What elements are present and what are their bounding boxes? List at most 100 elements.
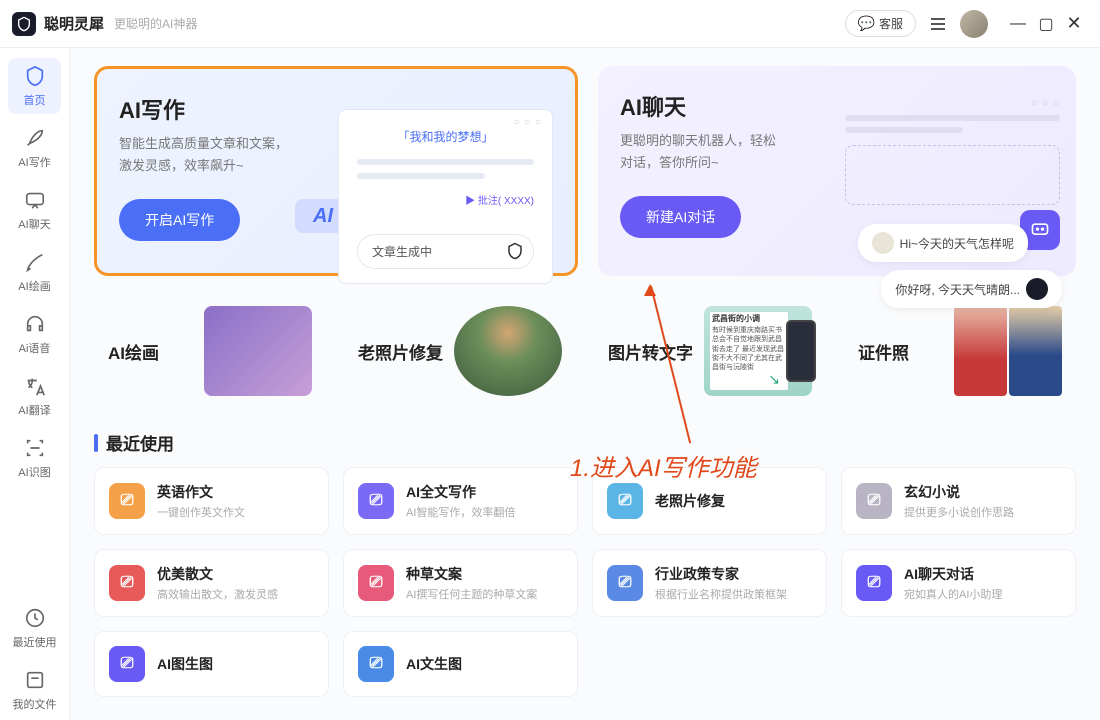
close-button[interactable]: ✕ [1060, 10, 1088, 38]
start-writing-button[interactable]: 开启AI写作 [119, 199, 240, 241]
chat-bubble-ai: 你好呀, 今天天气晴朗... [881, 270, 1062, 308]
menu-button[interactable] [924, 10, 952, 38]
sidebar: 首页 AI写作 AI聊天 AI绘画 Ai语音 AI翻译 AI识图 最近使用 我的… [0, 48, 70, 720]
recent-title: 英语作文 [157, 482, 245, 502]
feature-card-draw[interactable]: AI绘画 [94, 294, 326, 408]
new-chat-button[interactable]: 新建AI对话 [620, 196, 741, 238]
bubble-text: Hi~今天的天气怎样呢 [900, 235, 1014, 252]
recent-desc: 宛如真人的AI小助理 [904, 586, 1002, 602]
feature-title: 老照片修复 [358, 339, 443, 364]
sidebar-item-label: AI绘画 [18, 278, 50, 294]
cs-label: 客服 [879, 15, 903, 32]
app-tagline: 更聪明的AI神器 [114, 15, 197, 32]
maximize-button[interactable]: ▢ [1032, 10, 1060, 38]
bubble-text: 你好呀, 今天天气晴朗... [895, 281, 1020, 298]
feature-card-photo-restore[interactable]: 老照片修复 [344, 294, 576, 408]
feather-icon [23, 126, 47, 150]
recent-card[interactable]: ⎚ AI文生图 [343, 631, 578, 697]
feature-title: 证件照 [858, 339, 909, 364]
preview-note: ▶ 批注( XXXX) [465, 192, 534, 207]
sidebar-item-label: Ai语音 [19, 340, 51, 356]
window-dots-icon: ○ ○ ○ [845, 98, 1060, 109]
recent-title: AI图生图 [157, 654, 213, 674]
main-content: AI写作 智能生成高质量文章和文案， 激发灵感，效率飙升~ 开启AI写作 AI … [70, 48, 1100, 720]
writing-preview-window: ○ ○ ○ 「我和我的梦想」 ▶ 批注( XXXX) 文章生成中 [338, 109, 553, 284]
hero-card-chat[interactable]: AI聊天 更聪明的聊天机器人，轻松 对话，答你所问~ 新建AI对话 ○ ○ ○ … [598, 66, 1076, 276]
clock-icon [23, 606, 47, 630]
sidebar-item-label: 我的文件 [13, 696, 57, 712]
recent-title: 玄幻小说 [904, 482, 1014, 502]
recent-icon: ⎚ [856, 483, 892, 519]
recent-icon: ⎚ [358, 483, 394, 519]
chat-bubble-icon: 💬 [858, 15, 875, 32]
recent-card[interactable]: ⎚ AI全文写作 AI智能写作，效率翻倍 [343, 467, 578, 535]
scan-icon [23, 436, 47, 460]
recent-section-header: 最近使用 [94, 430, 1076, 455]
recent-icon: ⎚ [358, 646, 394, 682]
feature-card-idphoto[interactable]: 证件照 [844, 294, 1076, 408]
sidebar-item-vision[interactable]: AI识图 [0, 426, 69, 488]
recent-icon: ⎚ [109, 483, 145, 519]
sidebar-item-voice[interactable]: Ai语音 [0, 302, 69, 364]
recent-desc: 高效输出散文，激发灵感 [157, 586, 278, 602]
recent-card[interactable]: ⎚ 老照片修复 [592, 467, 827, 535]
ocr-sample-text: 武昌街的小调 有时候到重庆南路买书总会不自觉地跟到武昌街去走了 最近发现武昌街不… [712, 314, 784, 388]
recent-card[interactable]: ⎚ 行业政策专家 根据行业名称提供政策框架 [592, 549, 827, 617]
recent-desc: AI撰写任何主题的种草文案 [406, 586, 537, 602]
generating-status-bar: 文章生成中 [357, 234, 534, 269]
recent-card[interactable]: ⎚ AI图生图 [94, 631, 329, 697]
recent-card[interactable]: ⎚ 优美散文 高效输出散文，激发灵感 [94, 549, 329, 617]
brush-icon [23, 250, 47, 274]
sidebar-item-draw[interactable]: AI绘画 [0, 240, 69, 302]
recent-card[interactable]: ⎚ AI聊天对话 宛如真人的AI小助理 [841, 549, 1076, 617]
recent-desc: 提供更多小说创作思路 [904, 504, 1014, 520]
recent-desc: AI智能写作，效率翻倍 [406, 504, 515, 520]
sidebar-item-chat[interactable]: AI聊天 [0, 178, 69, 240]
headphone-icon [23, 312, 47, 336]
recent-title: 老照片修复 [655, 491, 725, 511]
folder-icon [23, 668, 47, 692]
feature-thumb: 武昌街的小调 有时候到重庆南路买书总会不自觉地跟到武昌街去走了 最近发现武昌街不… [704, 306, 812, 396]
user-avatar[interactable] [960, 10, 988, 38]
phone-icon [786, 320, 816, 382]
bubble-avatar-icon [1026, 278, 1048, 300]
hero-chat-desc: 更聪明的聊天机器人，轻松 对话，答你所问~ [620, 130, 820, 174]
sidebar-item-label: AI写作 [18, 154, 50, 170]
hero-writing-desc: 智能生成高质量文章和文案， 激发灵感，效率飙升~ [119, 133, 319, 177]
recent-icon: ⎚ [607, 483, 643, 519]
recent-title: 优美散文 [157, 564, 278, 584]
feature-card-ocr[interactable]: 图片转文字 武昌街的小调 有时候到重庆南路买书总会不自觉地跟到武昌街去走了 最近… [594, 294, 826, 408]
sidebar-item-label: 最近使用 [13, 634, 57, 650]
recent-icon: ⎚ [358, 565, 394, 601]
recent-card[interactable]: ⎚ 种草文案 AI撰写任何主题的种草文案 [343, 549, 578, 617]
translate-icon [23, 374, 47, 398]
sidebar-item-translate[interactable]: AI翻译 [0, 364, 69, 426]
customer-service-button[interactable]: 💬 客服 [845, 10, 916, 37]
hero-chat-title: AI聊天 [620, 90, 820, 122]
sidebar-item-writing[interactable]: AI写作 [0, 116, 69, 178]
sidebar-item-label: AI识图 [18, 464, 50, 480]
generating-label: 文章生成中 [372, 245, 432, 259]
window-dots-icon: ○ ○ ○ [513, 117, 542, 128]
sidebar-item-home[interactable]: 首页 [0, 54, 69, 116]
recent-title: AI文生图 [406, 654, 462, 674]
sidebar-item-label: AI翻译 [18, 402, 50, 418]
titlebar: 聪明灵犀 更聪明的AI神器 💬 客服 — ▢ ✕ [0, 0, 1100, 48]
sidebar-item-label: 首页 [24, 92, 46, 108]
feature-thumb [204, 306, 312, 396]
recent-title: AI聊天对话 [904, 564, 1002, 584]
recent-card[interactable]: ⎚ 玄幻小说 提供更多小说创作思路 [841, 467, 1076, 535]
sidebar-item-label: AI聊天 [18, 216, 50, 232]
recent-icon: ⎚ [607, 565, 643, 601]
sidebar-item-files[interactable]: 我的文件 [0, 658, 69, 720]
hero-card-writing[interactable]: AI写作 智能生成高质量文章和文案， 激发灵感，效率飙升~ 开启AI写作 AI … [94, 66, 578, 276]
sidebar-item-recent[interactable]: 最近使用 [0, 596, 69, 658]
recent-card[interactable]: ⎚ 英语作文 一键创作英文作文 [94, 467, 329, 535]
recent-icon: ⎚ [856, 565, 892, 601]
feature-thumb [954, 306, 1062, 396]
spinner-icon [505, 241, 525, 261]
app-name: 聪明灵犀 [44, 13, 104, 34]
feature-thumb [454, 306, 562, 396]
bubble-avatar-icon [872, 232, 894, 254]
minimize-button[interactable]: — [1004, 10, 1032, 38]
